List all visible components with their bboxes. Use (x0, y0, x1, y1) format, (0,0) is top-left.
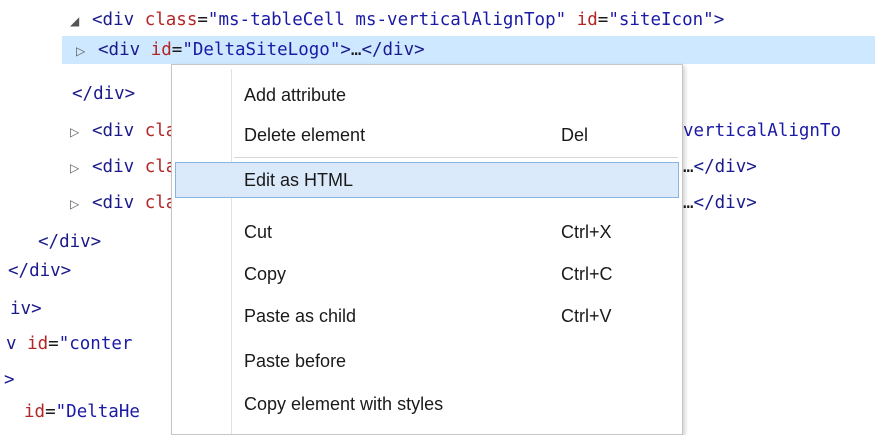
code-token: </div> (693, 193, 757, 213)
expand-triangle-icon[interactable]: ▷ (70, 118, 92, 146)
dom-node-text-tail: verticalAlignTo (683, 117, 841, 145)
dom-node-text-tail: …</div> (683, 189, 757, 217)
code-token: iv> (10, 299, 42, 319)
dom-node-selected[interactable]: ▷ <div id="DeltaSiteLogo">…</div> (62, 36, 875, 64)
menu-item-label: Add attribute (244, 85, 347, 105)
code-token: <div (92, 157, 145, 177)
menu-item-label: Paste before (244, 351, 347, 371)
menu-item-delete-element[interactable]: Delete element Del (175, 117, 679, 153)
menu-item-label: Delete element (244, 125, 366, 145)
menu-item-paste-before[interactable]: Paste before (175, 343, 679, 379)
dom-node-text: > (4, 366, 15, 394)
dom-node-text: ◢ <div class="ms-tableCell ms-verticalAli… (70, 6, 724, 35)
code-token: "conter (58, 334, 133, 354)
dom-node-text: </div> (8, 257, 71, 285)
menu-item-paste-as-child[interactable]: Paste as child Ctrl+V (175, 298, 679, 334)
code-token: … (350, 40, 362, 60)
menu-item-label: Copy element with styles (244, 394, 444, 414)
dom-node-text: </div> (38, 228, 101, 256)
code-token: = (197, 10, 208, 30)
code-token: "siteIcon" (608, 10, 714, 30)
code-token: class (144, 10, 198, 30)
menu-item-copy[interactable]: Copy Ctrl+C (175, 256, 679, 292)
code-token: <div (92, 193, 145, 213)
menu-item-edit-as-html[interactable]: Edit as HTML (175, 162, 679, 198)
menu-item-shortcut: Del (561, 125, 589, 145)
dom-node-text: ▷ <div cla (70, 189, 176, 218)
code-token: id (24, 402, 46, 422)
code-token: id (576, 10, 598, 30)
dom-node-text: ▷ <div cla (70, 117, 176, 146)
menu-item-copy-element-with-styles[interactable]: Copy element with styles (175, 386, 679, 422)
dom-node-text-tail: …</div> (683, 153, 757, 181)
code-token: > (713, 10, 725, 30)
code-token: </div> (693, 157, 757, 177)
menu-item-label: Cut (244, 222, 273, 242)
code-token: </div> (38, 232, 102, 252)
code-token: id (27, 334, 49, 354)
dom-node-text: iv> (10, 295, 42, 323)
code-token: </div> (361, 40, 425, 60)
code-token: "DeltaHe (55, 402, 140, 422)
code-token: id (150, 40, 172, 60)
code-token: </div> (72, 84, 136, 104)
menu-item-label: Paste as child (244, 306, 357, 326)
expand-triangle-icon[interactable]: ▷ (76, 37, 98, 65)
menu-item-label: Edit as HTML (244, 170, 354, 190)
code-token: "DeltaSiteLogo" (182, 40, 341, 60)
dom-node-text: </div> (72, 80, 135, 108)
menu-item-add-attribute[interactable]: Add attribute (175, 77, 679, 113)
dom-node-line[interactable]: ◢ <div class="ms-tableCell ms-verticalAli… (0, 6, 875, 34)
menu-item-shortcut: Ctrl+V (561, 306, 612, 326)
code-token: = (45, 402, 56, 422)
menu-item-shortcut: Ctrl+X (561, 222, 612, 242)
menu-item-shortcut: Ctrl+C (561, 264, 613, 284)
menu-item-label: Copy (244, 264, 287, 284)
code-token: </div> (8, 261, 72, 281)
expand-triangle-icon[interactable]: ▷ (70, 154, 92, 182)
code-token: v (6, 334, 28, 354)
code-token: verticalAlignTo (683, 121, 842, 141)
code-token: > (4, 370, 15, 390)
dom-node-text: ▷ <div id="DeltaSiteLogo">…</div> (76, 36, 425, 65)
dom-node-text: id="DeltaHe (24, 398, 140, 426)
code-token: = (171, 40, 183, 60)
context-menu: Add attribute Delete element Del Edit as… (171, 64, 683, 435)
code-token: <div (92, 121, 145, 141)
menu-separator (234, 157, 678, 158)
menu-item-cut[interactable]: Cut Ctrl+X (175, 214, 679, 250)
code-token: = (597, 10, 609, 30)
code-token: "ms-tableCell ms-verticalAlignTop" (207, 10, 567, 30)
code-token: > (340, 40, 351, 60)
code-token: <div (92, 10, 145, 30)
code-token: … (683, 157, 694, 177)
code-token: <div (98, 40, 151, 60)
dom-node-text: v id="conter (6, 330, 132, 358)
expand-triangle-icon[interactable]: ▷ (70, 190, 92, 218)
dom-node-text: ▷ <div cla (70, 153, 176, 182)
code-token: … (683, 193, 694, 213)
code-token: = (48, 334, 59, 354)
collapse-triangle-icon[interactable]: ◢ (70, 7, 92, 35)
